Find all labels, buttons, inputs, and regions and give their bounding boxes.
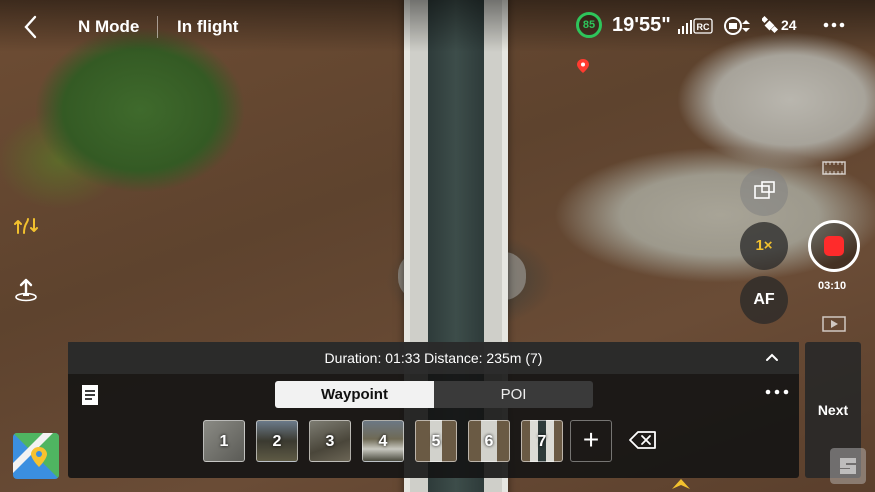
aircraft-heading-icon bbox=[672, 479, 690, 489]
return-to-home-icon[interactable] bbox=[14, 276, 38, 302]
top-status-bar: N Mode In flight 85 19'55" RC 24 bbox=[0, 0, 875, 52]
add-waypoint-button[interactable]: + bbox=[570, 420, 612, 462]
autofocus-button[interactable]: AF bbox=[740, 276, 788, 324]
camera-switch-button[interactable] bbox=[740, 168, 788, 216]
waypoint-2[interactable]: 2 bbox=[256, 420, 298, 462]
satellite-icon bbox=[760, 15, 779, 34]
waypoint-6[interactable]: 6 bbox=[468, 420, 510, 462]
mission-summary: Duration: 01:33 Distance: 235m (7) bbox=[324, 350, 543, 366]
record-button[interactable] bbox=[808, 220, 860, 272]
waypoint-4[interactable]: 4 bbox=[362, 420, 404, 462]
mission-summary-bar[interactable]: Duration: 01:33 Distance: 235m (7) bbox=[68, 342, 799, 374]
photo-mode-icon[interactable] bbox=[822, 160, 846, 176]
aircraft-route-icon[interactable] bbox=[14, 215, 38, 237]
flight-status: In flight bbox=[177, 17, 239, 36]
waypoint-3[interactable]: 3 bbox=[309, 420, 351, 462]
waypoint-number: 4 bbox=[378, 433, 388, 450]
waypoint-7[interactable]: 7 bbox=[521, 420, 563, 462]
waypoint-number: 3 bbox=[325, 433, 335, 450]
tab-poi[interactable]: POI bbox=[434, 381, 593, 408]
mode-segmented-control: Waypoint POI bbox=[275, 381, 593, 408]
waypoint-number: 6 bbox=[484, 433, 494, 450]
remaining-flight-time: 19'55" bbox=[612, 14, 671, 36]
signal-label: RC bbox=[697, 22, 710, 32]
chevron-up-icon[interactable] bbox=[765, 352, 779, 362]
waypoint-number: 5 bbox=[431, 433, 441, 450]
waypoint-number: 1 bbox=[219, 433, 229, 450]
gps-satellites[interactable]: 24 bbox=[760, 15, 802, 35]
map-view-thumbnail[interactable] bbox=[13, 433, 59, 479]
tab-waypoint[interactable]: Waypoint bbox=[275, 381, 434, 408]
delete-waypoint-icon[interactable] bbox=[629, 430, 657, 450]
flight-mode[interactable]: N Mode bbox=[78, 17, 139, 37]
signal-strength-icon[interactable]: RC bbox=[678, 18, 714, 34]
playback-icon[interactable] bbox=[822, 316, 846, 332]
obstacle-sensing-icon[interactable] bbox=[723, 16, 755, 36]
back-button[interactable] bbox=[20, 14, 42, 40]
waypoint-1[interactable]: 1 bbox=[203, 420, 245, 462]
satellite-count: 24 bbox=[781, 17, 797, 33]
divider bbox=[157, 16, 158, 38]
mission-list-icon[interactable] bbox=[80, 384, 100, 406]
waypoint-panel: Duration: 01:33 Distance: 235m (7) Waypo… bbox=[68, 342, 799, 478]
chevron-left-icon bbox=[24, 15, 37, 39]
watermark-logo-icon bbox=[830, 448, 866, 484]
record-time: 03:10 bbox=[818, 280, 847, 292]
location-pin-icon bbox=[577, 59, 589, 73]
waypoint-number: 7 bbox=[537, 433, 547, 450]
map-icon bbox=[13, 433, 59, 479]
zoom-button[interactable]: 1× bbox=[740, 222, 788, 270]
waypoint-5[interactable]: 5 bbox=[415, 420, 457, 462]
more-options-icon[interactable] bbox=[823, 15, 845, 35]
battery-indicator[interactable]: 85 bbox=[576, 12, 602, 38]
waypoint-number: 2 bbox=[272, 433, 282, 450]
panel-more-icon[interactable] bbox=[765, 388, 789, 396]
record-indicator bbox=[824, 236, 844, 256]
lens-switch-icon bbox=[754, 181, 775, 199]
